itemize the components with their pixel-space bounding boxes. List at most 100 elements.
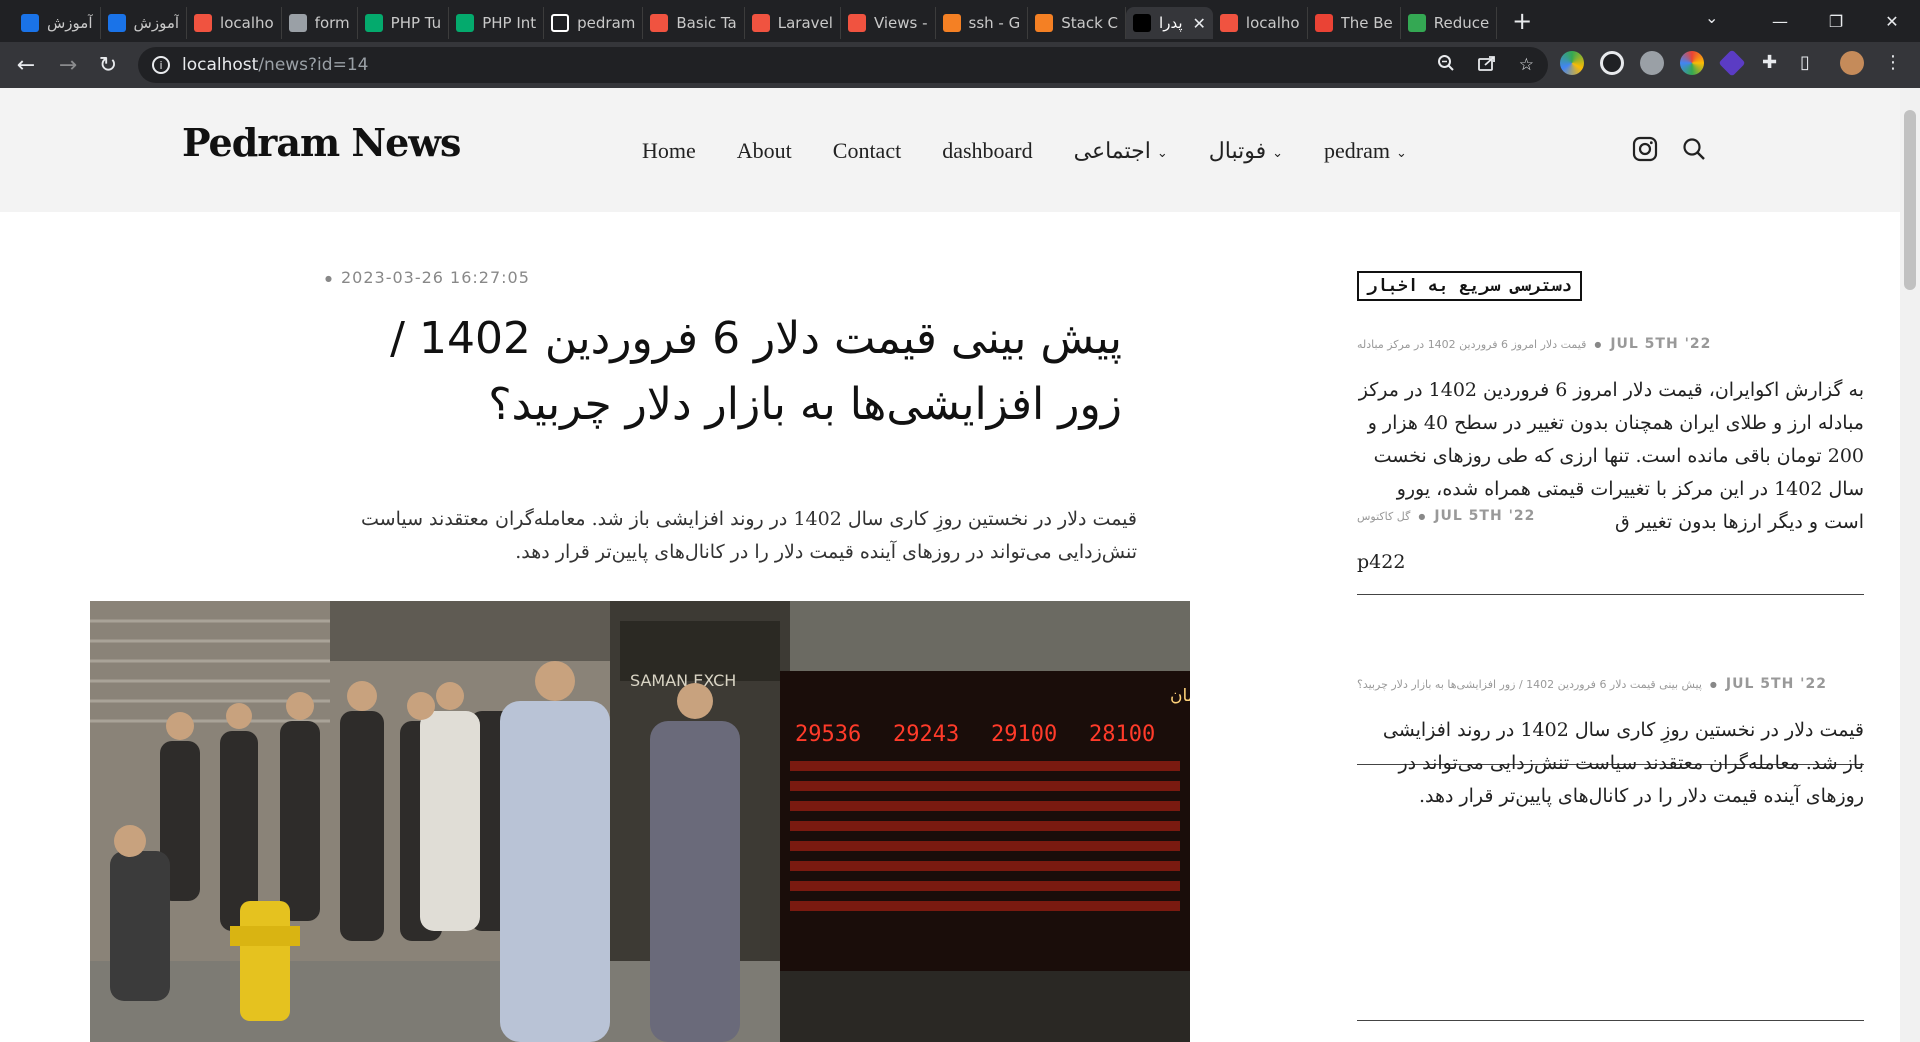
extension-icon[interactable]	[1680, 51, 1704, 75]
sidebar-post-date: JUL 5TH '22	[1434, 508, 1536, 524]
site-logo[interactable]: Pedram News	[182, 120, 461, 165]
search-icon[interactable]	[1681, 136, 1709, 164]
instagram-icon[interactable]	[1632, 136, 1660, 164]
laravel-icon	[650, 14, 669, 32]
share-icon[interactable]	[1477, 54, 1497, 77]
site-info-icon[interactable]: i	[152, 56, 170, 74]
rate-digit: 29536	[795, 722, 861, 747]
tab-label: پدرا	[1159, 14, 1183, 32]
laravel-icon	[1219, 14, 1238, 32]
meta-separator: ●	[1709, 679, 1718, 689]
browser-tab[interactable]: Laravel	[745, 7, 841, 39]
browser-tab[interactable]: آموزش	[14, 7, 101, 39]
close-tab-icon[interactable]: ✕	[1193, 14, 1206, 33]
close-window-icon[interactable]: ✕	[1864, 0, 1920, 42]
rate-digit: 29100	[991, 722, 1057, 747]
laravel-icon	[194, 14, 213, 32]
extension-icon[interactable]	[1600, 51, 1624, 75]
back-arrow-icon[interactable]: ←	[6, 45, 46, 85]
w3schools-icon	[456, 14, 475, 32]
w3schools-icon	[364, 14, 383, 32]
github-icon	[551, 14, 570, 32]
nav-item[interactable]: pedram ⌄	[1324, 138, 1407, 164]
sidebar-post-meta: پیش بینی قیمت دلار 6 فروردین 1402 / زور …	[1357, 676, 1864, 692]
browser-toolbar: ← → ↻ i localhost/news?id=14 ☆ ✚ ▯ ⋮	[0, 42, 1920, 88]
extension-icon[interactable]	[1718, 49, 1746, 77]
sidebar-post-category[interactable]: گل کاکتوس	[1357, 510, 1410, 523]
article-date: ● 2023-03-26 16:27:05	[325, 268, 530, 287]
laravel-icon	[751, 14, 770, 32]
shop-sign: SAMAN EXCH	[630, 671, 736, 690]
extension-icon[interactable]	[1640, 51, 1664, 75]
browser-tab[interactable]: Views -	[841, 7, 936, 39]
reduce-icon	[1407, 14, 1426, 32]
browser-tab[interactable]: Stack C	[1028, 7, 1127, 39]
nav-item-label: فوتبال	[1208, 138, 1267, 163]
nav-item-label: About	[736, 138, 792, 163]
tab-search-chevron-icon[interactable]: ⌄	[1705, 8, 1718, 27]
reload-icon[interactable]: ↻	[88, 45, 128, 85]
extensions-puzzle-icon[interactable]: ✚	[1762, 52, 1777, 73]
browser-tab[interactable]: pedram	[544, 7, 644, 39]
sidebar-title: دسترسی سریع به اخبار	[1357, 271, 1582, 301]
tab-label: آموزش	[133, 14, 180, 32]
browser-tab[interactable]: Reduce	[1401, 7, 1498, 39]
article-lead: قیمت دلار در نخستین روزِ کاری سال 1402 د…	[361, 508, 1137, 563]
browser-tab[interactable]: Basic Ta	[643, 7, 745, 39]
chevron-down-icon: ⌄	[1396, 144, 1407, 160]
browser-tab[interactable]: آموزش	[101, 7, 188, 39]
sidebar-post-meta: قیمت دلار امروز 6 فروردین 1402 در مرکز م…	[1357, 336, 1864, 352]
sidebar-post-meta: گل کاکتوس ● JUL 5TH '22	[1357, 508, 1864, 524]
browser-tab[interactable]: localho	[187, 7, 282, 39]
browser-tab[interactable]: پدرا ✕	[1126, 7, 1213, 39]
forward-arrow-icon[interactable]: →	[48, 45, 88, 85]
new-tab-button[interactable]: +	[1507, 7, 1537, 35]
page-scrollbar[interactable]	[1900, 88, 1920, 1042]
tab-label: PHP Tu	[390, 14, 442, 32]
nav-item-label: Contact	[832, 138, 902, 163]
browser-tab[interactable]: ssh - G	[936, 7, 1029, 39]
nav-item[interactable]: About	[737, 138, 792, 164]
browser-tab[interactable]: form	[282, 7, 358, 39]
tab-label: Laravel	[777, 14, 833, 32]
sidebar-post[interactable]: پیش بینی قیمت دلار 6 فروردین 1402 / زور …	[1357, 676, 1864, 813]
sidebar-post[interactable]: گل کاکتوس ● JUL 5TH '22 p422	[1357, 508, 1864, 579]
address-bar[interactable]: i localhost/news?id=14 ☆	[138, 47, 1548, 83]
sidebar-post-category[interactable]: قیمت دلار امروز 6 فروردین 1402 در مرکز م…	[1357, 338, 1586, 351]
browser-tab[interactable]: localho	[1213, 7, 1308, 39]
nav-item[interactable]: Home	[642, 138, 696, 164]
sidebar-post-body: p422	[1357, 551, 1406, 573]
browser-tab[interactable]: PHP Int	[449, 7, 545, 39]
tab-label: localho	[220, 14, 274, 32]
browser-tab-strip: آموزش آموزش localho form PHP Tu PHP Int pedram…	[0, 0, 1920, 42]
side-panel-icon[interactable]: ▯	[1800, 52, 1810, 73]
nav-item-label: Home	[642, 138, 696, 163]
browser-tab[interactable]: PHP Tu	[358, 7, 450, 39]
nav-item[interactable]: اجتماعی ⌄	[1074, 138, 1168, 164]
nav-item[interactable]: Contact	[833, 138, 901, 164]
scrollbar-thumb[interactable]	[1904, 110, 1916, 290]
sidebar-post-date: JUL 5TH '22	[1610, 336, 1712, 352]
zoom-icon[interactable]	[1437, 54, 1455, 77]
sidebar-post-category[interactable]: پیش بینی قیمت دلار 6 فروردین 1402 / زور …	[1357, 678, 1702, 691]
tab-label: Stack C	[1061, 14, 1119, 32]
browser-tab[interactable]: The Be	[1308, 7, 1401, 39]
url-path: /news?id=14	[258, 55, 369, 75]
menu-kebab-icon[interactable]: ⋮	[1884, 52, 1902, 73]
board-title: صرافی آرمین سامان	[1170, 684, 1190, 706]
restore-icon[interactable]: ❐	[1808, 0, 1864, 42]
extension-icon[interactable]	[1560, 51, 1584, 75]
tab-label: آموزش	[47, 14, 93, 32]
chrome-red-icon	[1314, 14, 1333, 32]
nav-item[interactable]: dashboard	[942, 138, 1032, 164]
globe-icon	[288, 14, 307, 32]
bookmark-star-icon[interactable]: ☆	[1519, 55, 1534, 75]
nav-item[interactable]: فوتبال ⌄	[1209, 138, 1283, 164]
sidebar-post-body: قیمت دلار در نخستین روزِ کاری سال 1402 د…	[1382, 719, 1864, 807]
stackoverflow-icon	[1035, 14, 1054, 32]
profile-avatar[interactable]	[1840, 51, 1864, 75]
page-viewport: Pedram News Home About Contact dashboard اجت…	[0, 88, 1920, 1042]
nav-item-label: اجتماعی	[1073, 138, 1151, 163]
window-controls: — ❐ ✕	[1752, 0, 1920, 42]
minimize-icon[interactable]: —	[1752, 0, 1808, 42]
